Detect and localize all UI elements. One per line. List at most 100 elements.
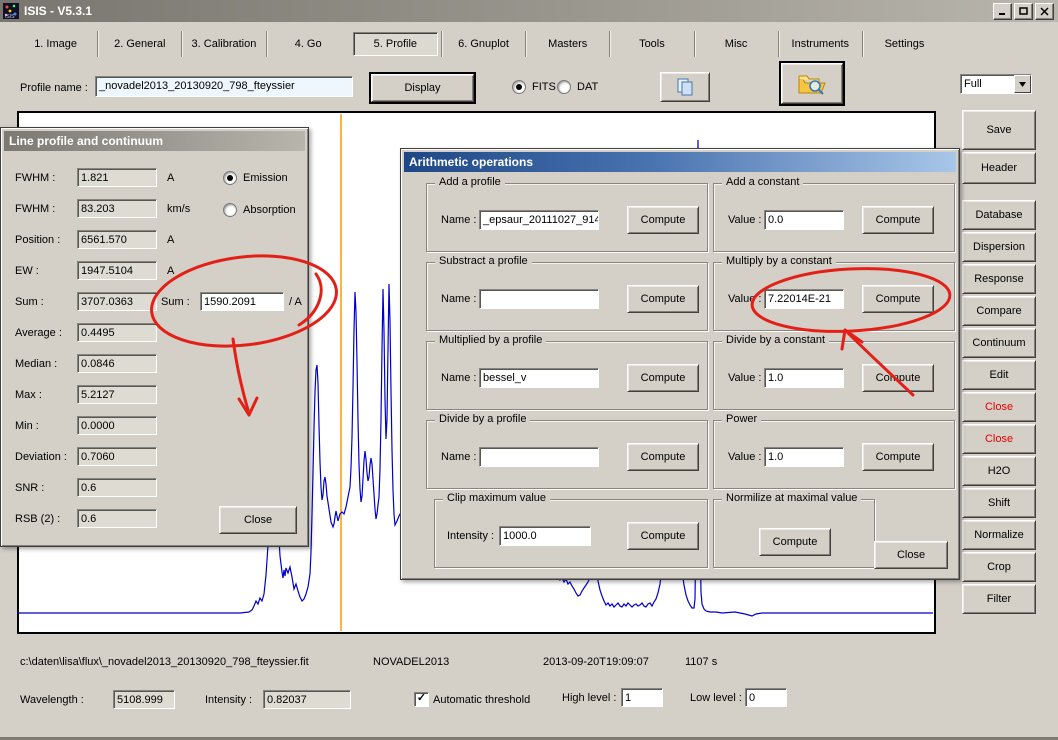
- emission-radio-circle[interactable]: [223, 171, 237, 185]
- group-field-label: Name :: [441, 372, 476, 384]
- compute-button-multiply-by-a-constant[interactable]: Compute: [862, 285, 934, 313]
- copy-profile-button[interactable]: [660, 72, 710, 102]
- stat-row-position: Position : 6561.570 A: [1, 230, 308, 250]
- stat-field: 0.4495: [77, 323, 157, 342]
- compute-button-divide-by-a-profile[interactable]: Compute: [627, 443, 699, 471]
- stat-field: 0.6: [77, 478, 157, 497]
- absorption-radio-circle[interactable]: [223, 203, 237, 217]
- emission-radio[interactable]: Emission: [223, 171, 288, 185]
- dat-radio[interactable]: DAT: [557, 80, 598, 94]
- group-legend: Power: [722, 413, 761, 425]
- group-field-label: Name :: [441, 293, 476, 305]
- stat-unit: km/s: [167, 203, 190, 215]
- stat-unit: A: [167, 172, 174, 184]
- fits-radio-circle[interactable]: [512, 80, 526, 94]
- compute-button-add-a-profile[interactable]: Compute: [627, 206, 699, 234]
- group-field-label: Intensity :: [447, 530, 494, 542]
- stat-row-deviation: Deviation :0.7060: [1, 447, 308, 467]
- group-field-multiply-by-a-constant[interactable]: 7.22014E-21: [764, 289, 844, 309]
- stat-label: Max :: [15, 389, 42, 401]
- group-field-label: Value :: [728, 293, 761, 305]
- stat-label: Min :: [15, 420, 39, 432]
- group-legend: Multiply by a constant: [722, 255, 836, 267]
- chevron-down-icon: [1019, 82, 1026, 87]
- stat-field: 3707.0363: [77, 292, 157, 311]
- group-legend: Normilize at maximal value: [722, 492, 861, 504]
- compute-button-divide-by-a-constant[interactable]: Compute: [862, 364, 934, 392]
- stat-label: Position :: [15, 234, 60, 246]
- stat-row-min: Min : 0.0000: [1, 416, 308, 436]
- sum-per-angstrom-label: Sum :: [161, 296, 190, 308]
- dat-radio-circle[interactable]: [557, 80, 571, 94]
- stat-label: Deviation :: [15, 451, 67, 463]
- sum-per-angstrom-field: 1590.2091: [200, 292, 284, 311]
- group-field-label: Value :: [728, 451, 761, 463]
- stat-field: 0.0000: [77, 416, 157, 435]
- stat-row-average: Average : 0.4495: [1, 323, 308, 343]
- compute-button-add-a-constant[interactable]: Compute: [862, 206, 934, 234]
- group-multiply-by-a-constant: Multiply by a constantValue :7.22014E-21…: [713, 262, 955, 331]
- dat-radio-label: DAT: [577, 81, 598, 93]
- compute-button-clip-maximum-value[interactable]: Compute: [627, 522, 699, 550]
- group-add-a-constant: Add a constantValue :0.0Compute: [713, 183, 955, 252]
- group-field-divide-by-a-constant[interactable]: 1.0: [764, 368, 844, 388]
- group-normilize-at-maximal-value: Normilize at maximal valueCompute: [713, 499, 875, 568]
- group-field-substract-a-profile[interactable]: [479, 289, 599, 309]
- absorption-radio-label: Absorption: [243, 204, 296, 216]
- stat-label: Average :: [15, 327, 62, 339]
- profile-name-input[interactable]: _novadel2013_20130920_798_fteyssier: [95, 76, 353, 97]
- profile-name-label: Profile name :: [20, 82, 88, 94]
- stat-field: 5.2127: [77, 385, 157, 404]
- stat-unit: A: [167, 234, 174, 246]
- fits-radio[interactable]: FITS: [512, 80, 556, 94]
- group-legend: Add a constant: [722, 176, 803, 188]
- compute-button-multiplied-by-a-profile[interactable]: Compute: [627, 364, 699, 392]
- compute-button-power[interactable]: Compute: [862, 443, 934, 471]
- stat-field: 6561.570: [77, 230, 157, 249]
- group-field-power[interactable]: 1.0: [764, 447, 844, 467]
- group-legend: Substract a profile: [435, 255, 532, 267]
- group-field-label: Value :: [728, 214, 761, 226]
- absorption-radio[interactable]: Absorption: [223, 203, 296, 217]
- group-legend: Divide by a constant: [722, 334, 829, 346]
- arithmetic-close-button[interactable]: Close: [874, 541, 948, 569]
- group-multiplied-by-a-profile: Multiplied by a profileName :bessel_vCom…: [426, 341, 708, 410]
- stat-field: 83.203: [77, 199, 157, 218]
- group-field-add-a-constant[interactable]: 0.0: [764, 210, 844, 230]
- group-field-multiplied-by-a-profile[interactable]: bessel_v: [479, 368, 599, 388]
- line-profile-close-button[interactable]: Close: [219, 506, 297, 534]
- compute-button-normilize-at-maximal-value[interactable]: Compute: [759, 528, 831, 556]
- line-profile-dialog: Line profile and continuum FWHM : 1.821 A F…: [0, 127, 309, 547]
- group-substract-a-profile: Substract a profileName :Compute: [426, 262, 708, 331]
- stat-field: 0.0846: [77, 354, 157, 373]
- line-profile-dialog-title: Line profile and continuum: [4, 131, 305, 151]
- group-add-a-profile: Add a profileName :_epsaur_20111027_914C…: [426, 183, 708, 252]
- stat-row-ew: EW :1947.5104A: [1, 261, 308, 281]
- display-button[interactable]: Display: [371, 74, 474, 102]
- fits-radio-label: FITS: [532, 81, 556, 93]
- stat-field: 1.821: [77, 168, 157, 187]
- stat-label: FWHM :: [15, 172, 55, 184]
- group-legend: Add a profile: [435, 176, 505, 188]
- group-field-clip-maximum-value[interactable]: 1000.0: [499, 526, 591, 546]
- view-range-value: Full: [964, 78, 982, 90]
- stat-label: RSB (2) :: [15, 513, 60, 525]
- group-power: PowerValue :1.0Compute: [713, 420, 955, 489]
- view-range-select[interactable]: Full: [960, 74, 1032, 94]
- group-field-divide-by-a-profile[interactable]: [479, 447, 599, 467]
- group-legend: Clip maximum value: [443, 492, 550, 504]
- stat-label: FWHM :: [15, 203, 55, 215]
- group-divide-by-a-constant: Divide by a constantValue :1.0Compute: [713, 341, 955, 410]
- dropdown-arrow-button[interactable]: [1014, 75, 1031, 93]
- compute-button-substract-a-profile[interactable]: Compute: [627, 285, 699, 313]
- folder-search-icon: [797, 71, 827, 97]
- arithmetic-dialog-title: Arithmetic operations: [404, 152, 956, 172]
- copy-icon: [675, 77, 695, 97]
- stat-row-snr: SNR :0.6: [1, 478, 308, 498]
- group-clip-maximum-value: Clip maximum valueIntensity :1000.0Compu…: [434, 499, 708, 568]
- group-field-label: Value :: [728, 372, 761, 384]
- stat-label: Median :: [15, 358, 57, 370]
- group-field-add-a-profile[interactable]: _epsaur_20111027_914: [479, 210, 599, 230]
- stat-row-max: Max : 5.2127: [1, 385, 308, 405]
- browse-profile-button[interactable]: [781, 63, 843, 104]
